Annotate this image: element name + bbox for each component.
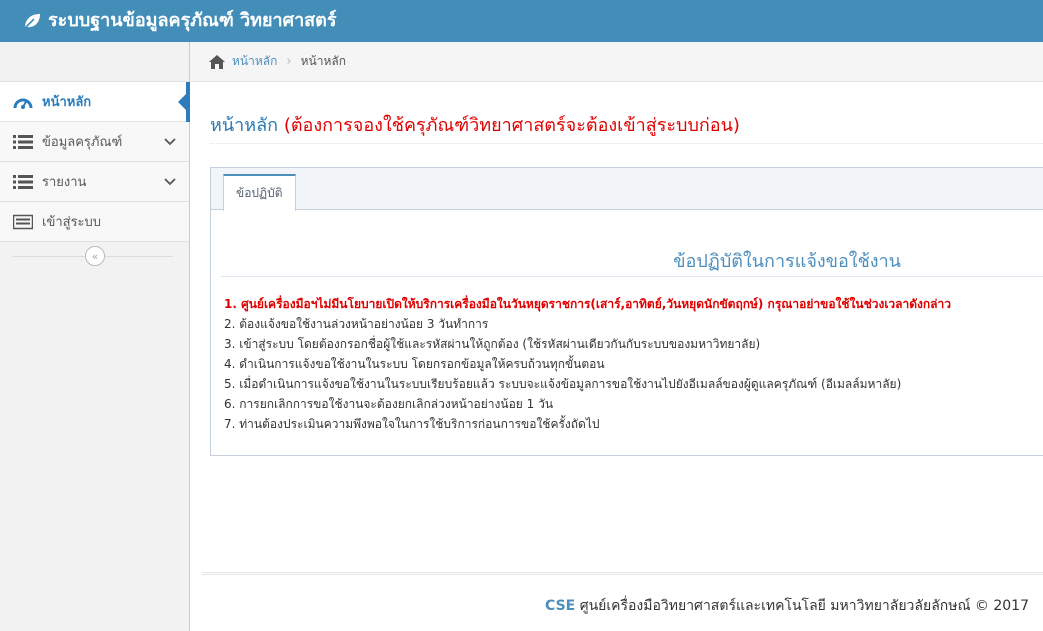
- list-item: 7. ท่านต้องประเมินความพึงพอใจในการใช้บริ…: [224, 417, 600, 431]
- list-icon: [12, 173, 34, 191]
- list-icon: [12, 133, 34, 151]
- footer: CSE ศูนย์เครื่องมือวิทยาศาสตร์และเทคโนโล…: [202, 572, 1043, 631]
- sidebar-item-login[interactable]: เข้าสู่ระบบ: [0, 202, 189, 242]
- top-navbar: ระบบฐานข้อมูลครุภัณฑ์ วิทยาศาสตร์: [0, 0, 1043, 42]
- chevron-down-icon: [163, 175, 177, 189]
- keyboard-icon: [12, 213, 34, 231]
- sidebar-item-label: หน้าหลัก: [42, 95, 92, 110]
- leaf-icon: [22, 11, 42, 31]
- divider: [221, 276, 1043, 277]
- footer-copyright: ศูนย์เครื่องมือวิทยาศาสตร์และเทคโนโลยี ม…: [579, 598, 1029, 614]
- sidebar-item-label: รายงาน: [42, 175, 87, 190]
- home-icon[interactable]: [208, 54, 226, 70]
- sidebar-collapse-button[interactable]: «: [85, 246, 105, 266]
- tab-rules[interactable]: ข้อปฏิบัติ: [223, 174, 296, 211]
- list-item: 2. ต้องแจ้งขอใช้งานล่วงหน้าอย่างน้อย 3 ว…: [224, 317, 489, 331]
- sidebar-item-label: ข้อมูลครุภัณฑ์: [42, 135, 123, 150]
- list-item: 5. เมื่อดำเนินการแจ้งขอใช้งานในระบบเรียบ…: [224, 377, 902, 391]
- sidebar-item-reports[interactable]: รายงาน: [0, 162, 189, 202]
- breadcrumb-home-link[interactable]: หน้าหลัก: [232, 52, 277, 71]
- active-indicator: [178, 94, 186, 110]
- breadcrumb-current: หน้าหลัก: [300, 54, 346, 68]
- sidebar-collapse-row: «: [0, 242, 189, 270]
- login-required-note: (ต้องการจองใช้ครุภัณฑ์วิทยาศาสตร์จะต้องเ…: [283, 115, 740, 136]
- list-item: 6. การยกเลิกการขอใช้งานจะต้องยกเลิกล่วงห…: [224, 397, 554, 411]
- breadcrumb: หน้าหลัก › หน้าหลัก: [190, 42, 1043, 82]
- double-chevron-left-icon: «: [91, 249, 99, 263]
- page-title: หน้าหลัก: [210, 115, 279, 136]
- tab-container: ข้อปฏิบัติ ข้อปฏิบัติในการแจ้งขอใช้งาน 1…: [210, 167, 1043, 456]
- app-brand[interactable]: ระบบฐานข้อมูลครุภัณฑ์ วิทยาศาสตร์: [48, 0, 337, 42]
- footer-text: CSE ศูนย์เครื่องมือวิทยาศาสตร์และเทคโนโล…: [545, 595, 1029, 617]
- sidebar: หน้าหลัก ข้อมูลครุภัณฑ์ รายงาน เข้าสู่ระ…: [0, 42, 190, 631]
- list-item: 1. ศูนย์เครื่องมือฯไม่มีนโยบายเปิดให้บริ…: [224, 297, 952, 311]
- tab-bar: ข้อปฏิบัติ: [211, 168, 1043, 211]
- chevron-down-icon: [163, 135, 177, 149]
- footer-org-short: CSE: [545, 598, 576, 614]
- sidebar-item-equipment[interactable]: ข้อมูลครุภัณฑ์: [0, 122, 189, 162]
- sidebar-item-home[interactable]: หน้าหลัก: [0, 82, 190, 122]
- list-item: 4. ดำเนินการแจ้งขอใช้งานในระบบ โดยกรอกข้…: [224, 357, 605, 371]
- panel-title: ข้อปฏิบัติในการแจ้งขอใช้งาน: [673, 251, 901, 272]
- breadcrumb-separator: ›: [286, 54, 292, 69]
- sidebar-shortcuts: [0, 42, 189, 82]
- list-item: 3. เข้าสู่ระบบ โดยต้องกรอกชื่อผู้ใช้และร…: [224, 337, 761, 351]
- sidebar-item-label: เข้าสู่ระบบ: [42, 215, 102, 230]
- page-header: หน้าหลัก (ต้องการจองใช้ครุภัณฑ์วิทยาศาสต…: [210, 110, 1043, 144]
- rules-list: 1. ศูนย์เครื่องมือฯไม่มีนโยบายเปิดให้บริ…: [224, 294, 951, 434]
- dashboard-icon: [12, 93, 34, 111]
